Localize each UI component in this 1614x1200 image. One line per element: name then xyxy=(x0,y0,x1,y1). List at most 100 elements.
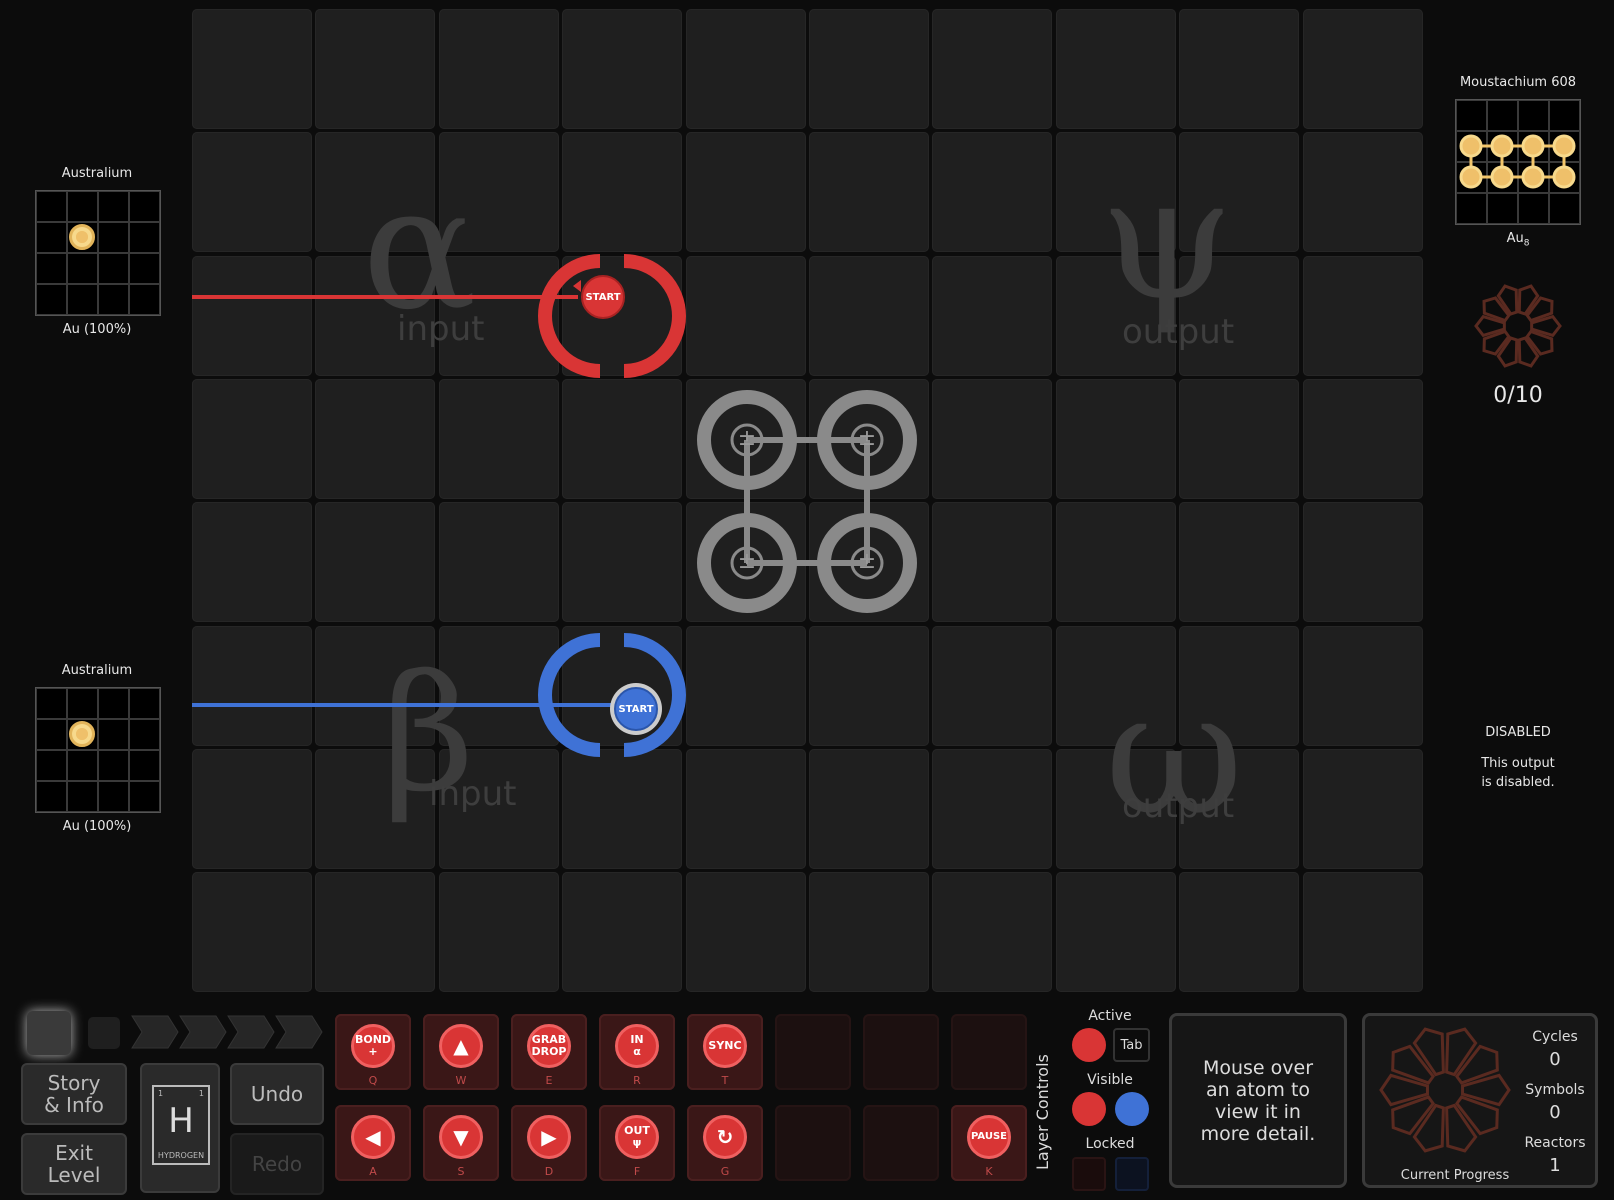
disabled-output-text-1: This output xyxy=(1481,756,1555,771)
alpha-input-preview: Australium xyxy=(34,166,160,181)
instruction-hotkey: R xyxy=(633,1074,641,1087)
visible-blue-layer-toggle[interactable] xyxy=(1115,1092,1149,1126)
progress-petal xyxy=(1496,284,1519,316)
instruction-button[interactable]: ▶ xyxy=(527,1115,571,1159)
locked-blue-layer-toggle[interactable] xyxy=(1115,1157,1149,1191)
instruction-hotkey: A xyxy=(369,1165,377,1178)
reactors-label: Reactors xyxy=(1524,1135,1586,1151)
empty-instruction-slot xyxy=(863,1014,939,1090)
instruction-button[interactable]: SYNC xyxy=(703,1024,747,1068)
instruction-hotkey: K xyxy=(985,1165,993,1178)
instruction-slot[interactable]: OUT ψ F xyxy=(599,1105,675,1181)
cycles-label: Cycles xyxy=(1532,1029,1578,1045)
instruction-slot[interactable]: GRAB DROP E xyxy=(511,1014,587,1090)
stats-panel: Current Progress Cycles 0 Symbols 0 Reac… xyxy=(1362,1013,1598,1188)
output-formula: Au8 xyxy=(1506,231,1530,249)
red-waldo-ring-right xyxy=(623,254,686,378)
bonder-symbol: ± xyxy=(737,426,757,451)
symbols-label: Symbols xyxy=(1525,1082,1585,1098)
alpha-input-caption: Au (100%) xyxy=(62,322,132,337)
bonder-symbol: ± xyxy=(857,549,877,574)
undo-button[interactable]: Undo xyxy=(230,1063,324,1125)
red-start-instruction[interactable]: START xyxy=(581,275,625,319)
progress-petal xyxy=(1496,336,1519,368)
pause-instruction-button[interactable]: PAUSE xyxy=(967,1115,1011,1159)
empty-instruction-slot xyxy=(951,1014,1027,1090)
instruction-button[interactable]: IN α xyxy=(615,1024,659,1068)
disabled-output-title: DISABLED xyxy=(1485,725,1551,740)
atom-info-panel: Mouse over an atom to view it in more de… xyxy=(1169,1013,1347,1188)
instruction-slot[interactable]: ▲ W xyxy=(423,1014,499,1090)
instruction-button[interactable]: GRAB DROP xyxy=(527,1024,571,1068)
redo-button[interactable]: Redo xyxy=(230,1133,324,1195)
instruction-slot[interactable]: ▶ D xyxy=(511,1105,587,1181)
beta-input-caption: Au (100%) xyxy=(62,819,132,834)
waldo-paths xyxy=(192,254,917,757)
exit-level-button[interactable]: Exit Level xyxy=(21,1133,127,1195)
instruction-hotkey: D xyxy=(544,1165,554,1178)
empty-instruction-slot xyxy=(775,1014,851,1090)
instruction-slot[interactable]: IN α R xyxy=(599,1014,675,1090)
active-red-layer-toggle[interactable] xyxy=(1072,1028,1106,1062)
instruction-button[interactable]: ▲ xyxy=(439,1024,483,1068)
pause-instruction-slot[interactable]: PAUSE K xyxy=(951,1105,1027,1181)
visible-label: Visible xyxy=(1087,1072,1133,1088)
reactors-value: 1 xyxy=(1549,1155,1561,1176)
moustachium-molecule xyxy=(1459,134,1576,189)
element-name: HYDROGEN xyxy=(157,1151,205,1160)
instruction-slot[interactable]: ↻ G xyxy=(687,1105,763,1181)
instruction-hotkey: T xyxy=(721,1074,729,1087)
output-title: Moustachium 608 xyxy=(1459,75,1577,90)
element-card: 1 1 H HYDROGEN xyxy=(152,1085,210,1165)
instruction-hotkey: G xyxy=(720,1165,730,1178)
red-start-arrow-icon xyxy=(573,280,581,292)
instruction-button[interactable]: ↻ xyxy=(703,1115,747,1159)
active-label: Active xyxy=(1088,1008,1132,1024)
progress-petal xyxy=(1412,1027,1445,1077)
instruction-button[interactable]: ◀ xyxy=(351,1115,395,1159)
progress-petal xyxy=(1517,336,1540,368)
australium-atom-icon xyxy=(69,721,95,747)
alpha-input-grid xyxy=(35,190,161,316)
cycles-value: 0 xyxy=(1549,1049,1561,1070)
progress-petal xyxy=(1412,1103,1445,1153)
instruction-slot[interactable]: SYNC T xyxy=(687,1014,763,1090)
instruction-hotkey: E xyxy=(545,1074,553,1087)
element-symbol: H xyxy=(168,1101,194,1141)
visible-red-layer-toggle[interactable] xyxy=(1072,1092,1106,1126)
current-progress-flower-icon xyxy=(1379,1027,1511,1153)
locked-red-layer-toggle[interactable] xyxy=(1072,1157,1106,1191)
beta-input-title: Australium xyxy=(61,663,133,678)
empty-instruction-slot xyxy=(775,1105,851,1181)
instruction-slot[interactable]: ▼ S xyxy=(423,1105,499,1181)
progress-petal xyxy=(1445,1103,1478,1153)
stop-button[interactable] xyxy=(27,1011,71,1055)
progress-petal xyxy=(1445,1027,1478,1077)
layer-controls-title: Layer Controls xyxy=(1033,1054,1052,1170)
locked-label: Locked xyxy=(1085,1136,1135,1152)
instruction-hotkey: F xyxy=(633,1165,641,1178)
alpha-input-title: Australium xyxy=(61,166,133,181)
bonder-symbol: ± xyxy=(737,549,757,574)
disabled-output-text-2: is disabled. xyxy=(1481,775,1555,790)
story-info-button[interactable]: Story & Info xyxy=(21,1063,127,1125)
empty-instruction-slot xyxy=(863,1105,939,1181)
progress-petal xyxy=(1517,284,1540,316)
instruction-slot[interactable]: BOND + Q xyxy=(335,1014,411,1090)
instruction-slot[interactable]: ◀ A xyxy=(335,1105,411,1181)
instruction-hotkey: Q xyxy=(368,1074,378,1087)
speed-chevrons[interactable] xyxy=(130,1012,326,1052)
instruction-button[interactable]: OUT ψ xyxy=(615,1115,659,1159)
instruction-button[interactable]: BOND + xyxy=(351,1024,395,1068)
progress-flower-icon xyxy=(1474,284,1562,368)
symbols-value: 0 xyxy=(1549,1102,1561,1123)
reactor-board[interactable]: α input β input ψ output ω output ± ± ± xyxy=(192,9,1426,995)
tab-key-hint[interactable]: Tab xyxy=(1113,1028,1150,1062)
instruction-hotkey: W xyxy=(455,1074,467,1087)
australium-atom-icon xyxy=(69,224,95,250)
element-selector[interactable]: 1 1 H HYDROGEN xyxy=(140,1063,220,1193)
instruction-button[interactable]: ▼ xyxy=(439,1115,483,1159)
step-button[interactable] xyxy=(88,1017,120,1049)
output-progress: 0/10 xyxy=(1493,383,1543,408)
blue-start-instruction[interactable]: START xyxy=(614,687,658,731)
